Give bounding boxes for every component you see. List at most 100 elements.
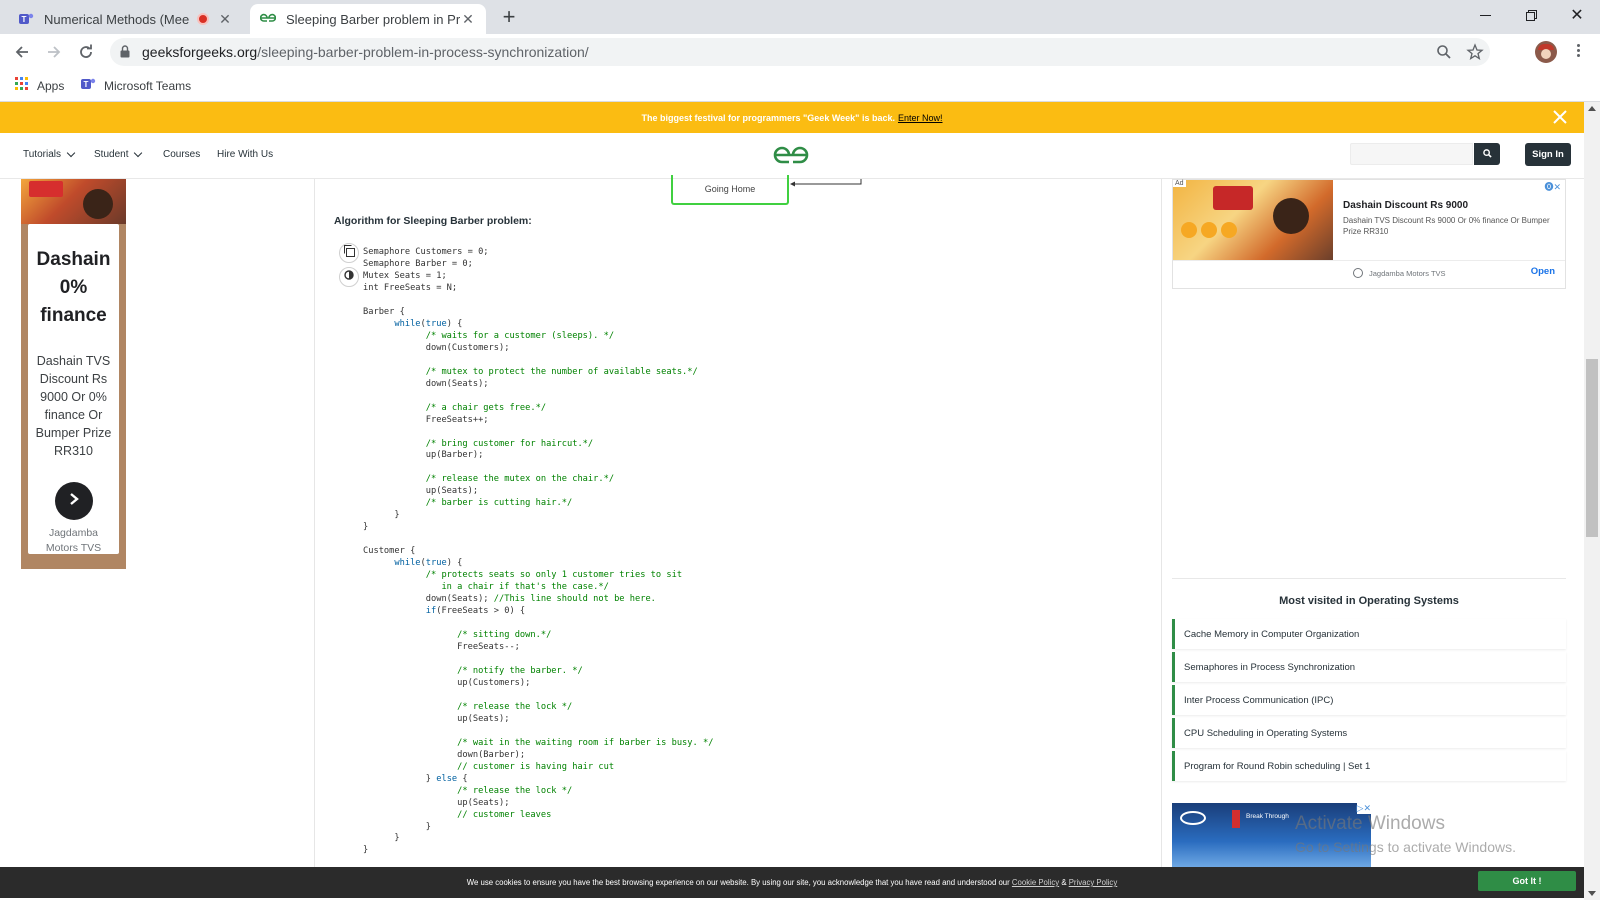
code-line: Customer { <box>363 546 713 558</box>
search-button[interactable] <box>1474 143 1500 165</box>
gfg-logo[interactable] <box>772 144 810 171</box>
zoom-icon[interactable] <box>1436 44 1452 63</box>
got-it-button[interactable]: Got It ! <box>1478 871 1576 891</box>
nav-tutorials[interactable]: Tutorials <box>23 148 76 160</box>
nav-label: Student <box>94 149 129 160</box>
ad-arrow-button[interactable] <box>54 482 93 520</box>
privacy-policy-link[interactable]: Privacy Policy <box>1069 878 1118 887</box>
ad-card: Dashain 0% finance Dashain TVS Discount … <box>28 224 119 554</box>
reload-button[interactable] <box>72 38 100 66</box>
url-host: geeksforgeeks.org <box>142 44 258 60</box>
code-text: ) { <box>446 558 463 569</box>
ad-choices-icon[interactable]: ⓿✕ <box>1544 180 1561 193</box>
new-tab-button[interactable]: + <box>497 6 521 30</box>
code-line: /* wait in the waiting room if barber is… <box>363 738 713 750</box>
close-window-button[interactable]: ✕ <box>1554 0 1600 30</box>
code-line: } <box>363 522 713 534</box>
page-scrollbar[interactable] <box>1584 102 1600 900</box>
cookie-consent-bar: We use cookies to ensure you have the be… <box>0 867 1584 898</box>
ad-body: Dashain TVS Discount Rs 9000 Or 0% finan… <box>35 354 112 458</box>
sign-in-button[interactable]: Sign In <box>1525 143 1571 166</box>
divider <box>1173 260 1565 261</box>
code-line: while(true) { <box>363 319 713 331</box>
enter-now-link[interactable]: Enter Now! <box>898 113 943 123</box>
bookmark-star-icon[interactable] <box>1466 43 1484 64</box>
apps-grid-icon <box>15 77 29 94</box>
most-visited-item[interactable]: Semaphores in Process Synchronization <box>1172 652 1566 682</box>
most-visited-item[interactable]: Program for Round Robin scheduling | Set… <box>1172 751 1566 781</box>
code-line: if(FreeSeats > 0) { <box>363 606 713 618</box>
code-line: down(Customers); <box>363 343 713 355</box>
code-keyword: if <box>425 606 437 617</box>
tab-title: Sleeping Barber problem in Proc <box>286 11 460 27</box>
left-sidebar-ad[interactable]: Dashain 0% finance Dashain TVS Discount … <box>21 179 126 569</box>
code-text: int FreeSeats = N; <box>363 282 458 293</box>
code-line: Semaphore Barber = 0; <box>363 259 713 271</box>
recording-icon <box>197 13 209 25</box>
code-line: /* a chair gets free.*/ <box>363 403 713 415</box>
bookmark-apps[interactable]: Apps <box>15 77 64 94</box>
code-text: FreeSeats++; <box>363 414 489 425</box>
diagram-box-label: Going Home <box>704 184 756 194</box>
code-text: down(Seats); <box>363 594 494 605</box>
code-comment: /* sitting down.*/ <box>457 630 552 640</box>
code-comment: /* bring customer for haircut.*/ <box>425 438 594 449</box>
code-line: Semaphore Customers = 0; <box>363 247 713 259</box>
most-visited-item[interactable]: Inter Process Communication (IPC) <box>1172 685 1566 715</box>
code-line: } <box>363 822 713 834</box>
minimize-button[interactable] <box>1462 0 1508 30</box>
ad-advertiser-row: Jagdamba Motors TVS <box>1353 268 1446 278</box>
code-line: /* release the mutex on the chair.*/ <box>363 474 713 486</box>
teams-icon: T <box>80 77 96 94</box>
search-input[interactable] <box>1350 143 1473 165</box>
close-icon[interactable] <box>1552 109 1568 125</box>
code-comment: in a chair if that's the case.*/ <box>363 582 609 593</box>
cookie-policy-link[interactable]: Cookie Policy <box>1012 878 1059 887</box>
copy-code-button[interactable] <box>339 243 359 263</box>
most-visited-item[interactable]: Cache Memory in Computer Organization <box>1172 619 1566 649</box>
nav-label: Courses <box>163 149 201 160</box>
nav-hire-with-us[interactable]: Hire With Us <box>217 149 273 160</box>
code-text: } <box>363 821 431 832</box>
nav-courses[interactable]: Courses <box>163 149 200 160</box>
activate-windows-subtitle: Go to Settings to activate Windows. <box>1295 839 1516 855</box>
right-sidebar-ad[interactable]: Ad ⓿✕ Dashain Discount Rs 9000 Dashain T… <box>1172 179 1566 289</box>
diagram-arrow <box>790 179 862 187</box>
address-bar[interactable]: geeksforgeeks.org/sleeping-barber-proble… <box>110 38 1490 66</box>
code-line: FreeSeats--; <box>363 642 713 654</box>
close-tab-icon[interactable]: ✕ <box>460 11 476 27</box>
bookmark-microsoft-teams[interactable]: T Microsoft Teams <box>80 77 191 94</box>
cookie-amp: & <box>1061 878 1067 887</box>
scroll-up-arrow-icon[interactable] <box>1588 106 1596 111</box>
toggle-theme-button[interactable] <box>339 267 359 287</box>
profile-avatar[interactable] <box>1535 41 1557 63</box>
code-line: up(Seats); <box>363 714 713 726</box>
scroll-down-arrow-icon[interactable] <box>1588 891 1596 896</box>
code-line: Barber { <box>363 307 713 319</box>
close-tab-icon[interactable]: ✕ <box>217 11 233 27</box>
scrollbar-thumb[interactable] <box>1586 359 1598 537</box>
most-visited-item[interactable]: CPU Scheduling in Operating Systems <box>1172 718 1566 748</box>
forward-button[interactable] <box>40 38 68 66</box>
nav-student[interactable]: Student <box>94 148 143 160</box>
restore-button[interactable] <box>1508 0 1554 30</box>
back-button[interactable] <box>8 38 36 66</box>
chevron-down-icon <box>134 148 143 157</box>
code-text: Customer { <box>363 546 416 557</box>
chrome-menu-icon[interactable] <box>1570 42 1586 62</box>
code-comment: /* wait in the waiting room if barber is… <box>457 737 714 748</box>
tab-sleeping-barber[interactable]: Sleeping Barber problem in Proc ✕ <box>250 4 486 34</box>
tab-numerical-methods[interactable]: T Numerical Methods (Meeting ✕ <box>8 4 243 34</box>
ad-open-button[interactable]: Open <box>1531 266 1555 277</box>
